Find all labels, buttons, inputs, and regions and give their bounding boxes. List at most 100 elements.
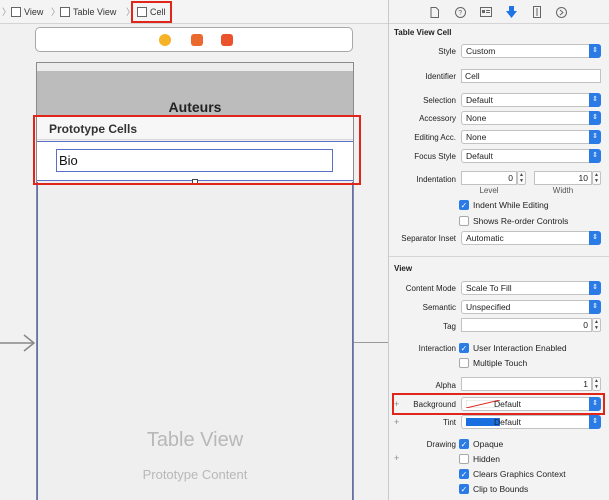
indent-while-editing-checkbox[interactable]: ✓ bbox=[459, 200, 469, 210]
inspector-tab-bar: ? bbox=[389, 0, 609, 24]
width-label: Width bbox=[552, 186, 574, 195]
style-popup[interactable]: Custom ⇕ bbox=[461, 44, 601, 58]
clears-graphics-checkbox[interactable]: ✓ bbox=[459, 469, 469, 479]
focus-style-value: Default bbox=[466, 151, 493, 161]
alpha-stepper[interactable]: ▲ ▼ bbox=[592, 377, 601, 391]
semantic-popup[interactable]: Unspecified ⇕ bbox=[461, 300, 601, 314]
opaque-checkbox[interactable]: ✓ bbox=[459, 439, 469, 449]
annotation-highlight bbox=[33, 115, 361, 185]
navigation-bar[interactable]: Auteurs bbox=[37, 71, 353, 117]
chevron-right-icon: 〉 bbox=[2, 7, 12, 17]
size-icon[interactable] bbox=[530, 5, 544, 19]
breadcrumb-label: Cell bbox=[150, 7, 166, 17]
breadcrumb-label: Table View bbox=[73, 7, 117, 17]
level-stepper[interactable]: ▲ ▼ bbox=[517, 171, 526, 185]
indentation-width-field[interactable]: 10 bbox=[534, 171, 592, 185]
entry-point-arrow-icon bbox=[0, 334, 36, 352]
indentation-level-field[interactable]: 0 bbox=[461, 171, 517, 185]
connections-icon[interactable] bbox=[554, 5, 568, 19]
selection-outline bbox=[352, 182, 353, 500]
hidden-label: Hidden bbox=[473, 454, 500, 464]
popup-arrows-icon: ⇕ bbox=[589, 300, 601, 314]
width-value: 10 bbox=[578, 173, 588, 183]
identifier-label: Identifier bbox=[425, 72, 456, 81]
breadcrumb-view[interactable]: View bbox=[11, 4, 43, 20]
width-stepper[interactable]: ▲ ▼ bbox=[592, 171, 601, 185]
storyboard-canvas[interactable]: 〉 View 〉 Table View 〉 Cell Auteurs Proto… bbox=[0, 0, 388, 500]
selection-label: Selection bbox=[423, 96, 456, 105]
breadcrumb-cell[interactable]: Cell bbox=[131, 1, 172, 23]
popup-arrows-icon: ⇕ bbox=[589, 111, 601, 125]
section-title-table-view-cell: Table View Cell bbox=[394, 28, 452, 37]
show-reorder-label: Shows Re-order Controls bbox=[473, 216, 569, 226]
alpha-label: Alpha bbox=[435, 381, 456, 390]
scene-dock bbox=[35, 27, 353, 52]
breadcrumb-table-view[interactable]: Table View bbox=[60, 4, 116, 20]
identifier-value: Cell bbox=[465, 71, 480, 81]
table-view-placeholder-title: Table View bbox=[146, 429, 244, 451]
user-interaction-checkbox[interactable]: ✓ bbox=[459, 343, 469, 353]
content-mode-value: Scale To Fill bbox=[466, 283, 512, 293]
selection-outline bbox=[37, 182, 38, 500]
annotation-highlight bbox=[392, 393, 605, 415]
nav-title: Auteurs bbox=[168, 99, 222, 115]
alpha-field[interactable]: 1 bbox=[461, 377, 592, 391]
style-value: Custom bbox=[466, 46, 496, 56]
popup-arrows-icon: ⇕ bbox=[589, 231, 601, 245]
exit-icon[interactable] bbox=[221, 34, 233, 46]
tag-stepper[interactable]: ▲ ▼ bbox=[592, 318, 601, 332]
view-controller-icon[interactable] bbox=[159, 34, 171, 46]
separator-inset-value: Automatic bbox=[466, 233, 504, 243]
identity-icon[interactable] bbox=[479, 5, 493, 19]
user-interaction-label: User Interaction Enabled bbox=[473, 343, 567, 353]
accessory-popup[interactable]: None ⇕ bbox=[461, 111, 601, 125]
popup-arrows-icon: ⇕ bbox=[589, 281, 601, 295]
clip-to-bounds-label: Clip to Bounds bbox=[473, 484, 529, 494]
content-mode-popup[interactable]: Scale To Fill ⇕ bbox=[461, 281, 601, 295]
tint-color-popup[interactable]: Default ⇕ bbox=[461, 415, 601, 429]
tag-label: Tag bbox=[443, 322, 456, 331]
accessory-value: None bbox=[466, 113, 487, 123]
popup-arrows-icon: ⇕ bbox=[589, 415, 601, 429]
popup-arrows-icon: ⇕ bbox=[589, 93, 601, 107]
multiple-touch-checkbox[interactable] bbox=[459, 358, 469, 368]
hidden-checkbox[interactable] bbox=[459, 454, 469, 464]
interaction-label: Interaction bbox=[418, 344, 456, 353]
separator-inset-popup[interactable]: Automatic ⇕ bbox=[461, 231, 601, 245]
editing-acc-popup[interactable]: None ⇕ bbox=[461, 130, 601, 144]
popup-arrows-icon: ⇕ bbox=[589, 44, 601, 58]
selection-popup[interactable]: Default ⇕ bbox=[461, 93, 601, 107]
focus-style-popup[interactable]: Default ⇕ bbox=[461, 149, 601, 163]
table-view-placeholder-subtitle: Prototype Content bbox=[142, 467, 248, 482]
tint-value: Default bbox=[494, 417, 521, 427]
alpha-value: 1 bbox=[583, 379, 588, 389]
popup-arrows-icon: ⇕ bbox=[589, 149, 601, 163]
multiple-touch-label: Multiple Touch bbox=[473, 358, 528, 368]
file-icon[interactable] bbox=[427, 5, 441, 19]
view-icon bbox=[11, 7, 21, 17]
editing-acc-value: None bbox=[466, 132, 487, 142]
tag-field[interactable]: 0 bbox=[461, 318, 592, 332]
identifier-field[interactable]: Cell bbox=[461, 69, 601, 83]
show-reorder-checkbox[interactable] bbox=[459, 216, 469, 226]
clip-to-bounds-checkbox[interactable]: ✓ bbox=[459, 484, 469, 494]
drawing-label: Drawing bbox=[426, 440, 456, 449]
semantic-value: Unspecified bbox=[466, 302, 511, 312]
tint-label: Tint bbox=[442, 418, 456, 427]
attributes-inspector: ? Table View Cell Style Custom ⇕ Identif… bbox=[389, 0, 609, 500]
selection-value: Default bbox=[466, 95, 493, 105]
segue-line bbox=[354, 342, 388, 343]
plus-icon[interactable]: + bbox=[394, 453, 399, 463]
section-divider bbox=[389, 256, 609, 257]
help-icon[interactable]: ? bbox=[453, 5, 467, 19]
style-label: Style bbox=[438, 47, 456, 56]
attributes-icon[interactable] bbox=[504, 5, 518, 19]
chevron-right-icon: 〉 bbox=[51, 7, 61, 17]
first-responder-icon[interactable] bbox=[191, 34, 203, 46]
level-value: 0 bbox=[508, 173, 513, 183]
indent-while-editing-label: Indent While Editing bbox=[473, 200, 549, 210]
focus-style-label: Focus Style bbox=[414, 152, 456, 161]
jump-bar: 〉 View 〉 Table View 〉 Cell bbox=[0, 0, 388, 24]
level-label: Level bbox=[479, 186, 499, 195]
tag-value: 0 bbox=[583, 320, 588, 330]
